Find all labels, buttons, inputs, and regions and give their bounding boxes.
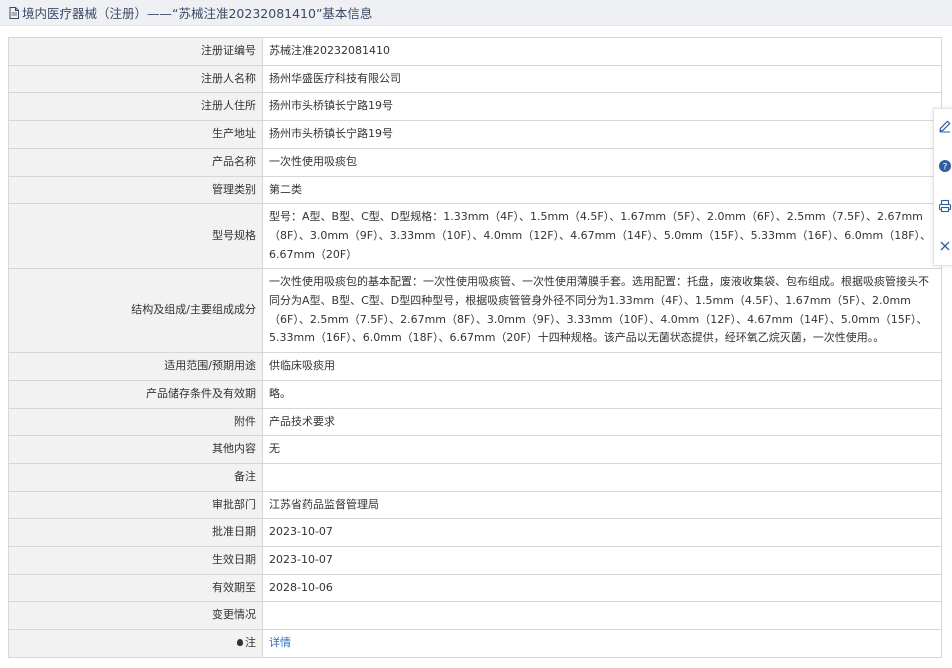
row-label: 注册人住所 xyxy=(8,92,263,122)
row-value: 第二类 xyxy=(262,175,942,205)
row-value: 一次性使用吸痰包的基本配置：一次性使用吸痰管、一次性使用薄膜手套。选用配置：托盘… xyxy=(262,268,942,354)
lightbulb-icon xyxy=(237,639,243,647)
row-value: 2028-10-06 xyxy=(262,573,942,603)
row-value: 扬州市头桥镇长宁路19号 xyxy=(262,120,942,149)
row-value: 江苏省药品监督管理局 xyxy=(262,490,942,520)
table-row: 生产地址 扬州市头桥镇长宁路19号 xyxy=(8,120,942,149)
table-row: 注册人名称 扬州华盛医疗科技有限公司 xyxy=(8,64,942,94)
row-label: 注册证编号 xyxy=(8,37,263,66)
row-value: 2023-10-07 xyxy=(262,546,942,575)
row-label: 备注 xyxy=(8,462,263,492)
row-label: 附件 xyxy=(8,407,263,437)
table-row: 注册人住所 扬州市头桥镇长宁路19号 xyxy=(8,92,942,122)
row-value: 略。 xyxy=(262,379,942,409)
row-value: 扬州市头桥镇长宁路19号 xyxy=(262,92,942,122)
row-value: 扬州华盛医疗科技有限公司 xyxy=(262,64,942,94)
edit-icon[interactable] xyxy=(938,119,952,133)
table-row: 生效日期 2023-10-07 xyxy=(8,546,942,575)
page-title: 境内医疗器械（注册）——“苏械注准20232081410”基本信息 xyxy=(22,6,373,21)
table-row: 产品名称 一次性使用吸痰包 xyxy=(8,147,942,177)
details-link[interactable]: 详情 xyxy=(269,636,291,649)
print-icon[interactable] xyxy=(938,199,952,213)
row-label: 适用范围/预期用途 xyxy=(8,352,263,381)
row-value xyxy=(262,601,942,631)
close-icon[interactable] xyxy=(938,239,952,253)
row-label: 有效期至 xyxy=(8,573,263,603)
note-row: 注 详情 xyxy=(8,629,942,658)
row-label: 变更情况 xyxy=(8,601,263,631)
row-value: 一次性使用吸痰包 xyxy=(262,147,942,177)
document-icon xyxy=(9,6,19,19)
row-value: 产品技术要求 xyxy=(262,407,942,437)
table-row: 结构及组成/主要组成成分 一次性使用吸痰包的基本配置：一次性使用吸痰管、一次性使用… xyxy=(8,268,942,354)
svg-text:?: ? xyxy=(943,163,948,173)
page-header: 境内医疗器械（注册）——“苏械注准20232081410”基本信息 xyxy=(0,0,952,26)
row-label: 批准日期 xyxy=(8,518,263,548)
row-label: 产品名称 xyxy=(8,147,263,177)
row-value xyxy=(262,462,942,492)
side-toolbar: ? xyxy=(933,108,952,266)
row-label: 其他内容 xyxy=(8,435,263,464)
row-label: 审批部门 xyxy=(8,490,263,520)
table-row: 型号规格 型号：A型、B型、C型、D型规格：1.33mm（4F）、1.5mm（4.… xyxy=(8,203,942,270)
row-label: 生效日期 xyxy=(8,546,263,575)
table-row: 管理类别 第二类 xyxy=(8,175,942,205)
info-table: 注册证编号 苏械注准20232081410 注册人名称 扬州华盛医疗科技有限公司 注… xyxy=(8,37,942,658)
table-row: 注册证编号 苏械注准20232081410 xyxy=(8,37,942,66)
row-value: 无 xyxy=(262,435,942,464)
table-row: 有效期至 2028-10-06 xyxy=(8,573,942,603)
table-row: 适用范围/预期用途 供临床吸痰用 xyxy=(8,352,942,381)
row-label: 生产地址 xyxy=(8,120,263,149)
row-label: 型号规格 xyxy=(8,203,263,270)
table-row: 产品储存条件及有效期 略。 xyxy=(8,379,942,409)
table-row: 审批部门 江苏省药品监督管理局 xyxy=(8,490,942,520)
row-label: 结构及组成/主要组成成分 xyxy=(8,268,263,354)
note-label-cell: 注 xyxy=(8,629,263,658)
table-row: 备注 xyxy=(8,462,942,492)
note-label: 注 xyxy=(245,636,256,650)
row-value: 型号：A型、B型、C型、D型规格：1.33mm（4F）、1.5mm（4.5F）、… xyxy=(262,203,942,270)
note-value-cell: 详情 xyxy=(262,629,942,658)
row-value: 苏械注准20232081410 xyxy=(262,37,942,66)
table-row: 批准日期 2023-10-07 xyxy=(8,518,942,548)
row-label: 注册人名称 xyxy=(8,64,263,94)
table-row: 其他内容无 xyxy=(8,435,942,464)
table-row: 变更情况 xyxy=(8,601,942,631)
help-icon[interactable]: ? xyxy=(938,159,952,173)
row-label: 管理类别 xyxy=(8,175,263,205)
table-row: 附件 产品技术要求 xyxy=(8,407,942,437)
row-label: 产品储存条件及有效期 xyxy=(8,379,263,409)
row-value: 2023-10-07 xyxy=(262,518,942,548)
row-value: 供临床吸痰用 xyxy=(262,352,942,381)
